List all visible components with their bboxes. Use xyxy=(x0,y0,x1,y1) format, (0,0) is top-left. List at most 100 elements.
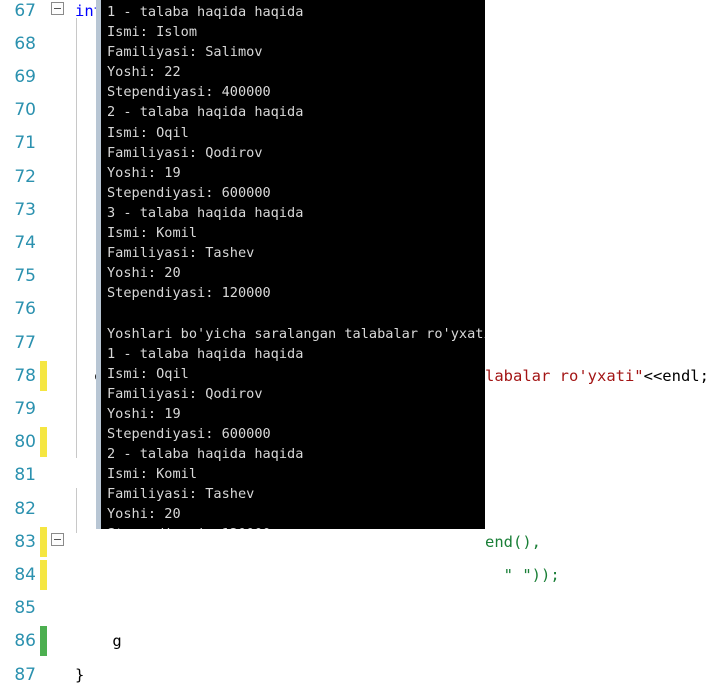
console-line: Yoshlari bo'yicha saralangan talabalar r… xyxy=(107,325,485,342)
console-line: Yoshi: 19 xyxy=(107,405,181,422)
code-line[interactable]: 86 g xyxy=(0,625,720,658)
change-marker-none xyxy=(40,128,47,158)
change-marker-none xyxy=(40,494,47,524)
code-line[interactable]: 84 " ")); xyxy=(0,558,720,591)
fold-toggle-icon[interactable] xyxy=(47,525,69,558)
console-line: Stependiyasi: 120000 xyxy=(107,524,485,529)
change-marker-none xyxy=(40,228,47,258)
console-window[interactable]: 1 - talaba haqida haqida Ismi: Islom Famil… xyxy=(96,0,485,529)
console-line: 1 - talaba haqida haqida xyxy=(107,4,304,20)
code-line[interactable]: 85 xyxy=(0,592,720,625)
code-text-right: labalar ro'yxati"<<endl; xyxy=(485,367,709,385)
console-output: 1 - talaba haqida haqida Ismi: Islom Famil… xyxy=(101,0,485,529)
fold-guide xyxy=(47,658,69,691)
fold-guide xyxy=(47,392,69,425)
line-number: 74 xyxy=(14,232,36,253)
line-number: 71 xyxy=(14,133,36,154)
line-number: 76 xyxy=(14,299,36,320)
fold-guide xyxy=(47,94,69,127)
change-marker-none xyxy=(40,62,47,92)
change-marker-none xyxy=(40,162,47,192)
fold-guide xyxy=(47,193,69,226)
change-marker-none xyxy=(40,261,47,291)
console-line: 2 - talaba haqida haqida xyxy=(107,446,304,463)
change-marker-none xyxy=(40,29,47,59)
fold-guide xyxy=(47,293,69,326)
code-text: g xyxy=(69,632,122,651)
console-line: Ismi: Komil xyxy=(107,225,198,242)
change-marker-yellow xyxy=(40,360,47,391)
code-text-right: " ")); xyxy=(485,566,560,584)
line-number: 75 xyxy=(14,266,36,287)
change-marker-none xyxy=(40,95,47,125)
line-number: 83 xyxy=(14,531,36,552)
code-token: labalar ro'yxati" xyxy=(485,366,644,385)
fold-guide xyxy=(47,359,69,392)
change-marker-yellow xyxy=(40,559,47,590)
fold-guide xyxy=(47,459,69,492)
fold-guide xyxy=(47,558,69,591)
change-marker-none xyxy=(40,460,47,490)
console-line: Yoshi: 20 xyxy=(107,506,181,523)
fold-guide xyxy=(47,27,69,60)
code-text-right: end(), xyxy=(485,533,541,551)
change-marker-yellow xyxy=(40,427,47,458)
code-line[interactable]: 87} xyxy=(0,658,720,691)
line-number: 78 xyxy=(14,365,36,386)
code-token: g xyxy=(75,632,122,651)
code-token: } xyxy=(75,665,85,684)
fold-guide xyxy=(47,592,69,625)
change-marker-green xyxy=(40,626,47,657)
change-marker-none xyxy=(40,394,47,424)
change-marker-none xyxy=(40,593,47,623)
console-line: Ismi: Oqil xyxy=(107,365,189,382)
line-number: 87 xyxy=(14,664,36,685)
line-number: 77 xyxy=(14,332,36,353)
console-line: Stependiyasi: 600000 xyxy=(107,184,271,201)
console-line: Ismi: Islom xyxy=(107,24,198,41)
fold-guide xyxy=(47,127,69,160)
console-line: Familiyasi: Qodirov xyxy=(107,144,263,161)
line-number: 73 xyxy=(14,199,36,220)
console-line: Familiyasi: Tashev xyxy=(107,245,255,262)
code-token: <<endl; xyxy=(643,366,709,385)
code-token: end(), xyxy=(485,532,541,551)
fold-guide xyxy=(47,326,69,359)
line-number: 69 xyxy=(14,66,36,87)
change-marker-yellow xyxy=(40,526,47,557)
change-marker-none xyxy=(40,195,47,225)
fold-guide xyxy=(47,226,69,259)
change-marker-none xyxy=(40,294,47,324)
line-number: 68 xyxy=(14,33,36,54)
fold-guide xyxy=(47,625,69,658)
console-line: 2 - talaba haqida haqida xyxy=(107,104,304,121)
console-line: 1 - talaba haqida haqida xyxy=(107,345,304,362)
fold-guide xyxy=(47,492,69,525)
code-token: " ")); xyxy=(485,565,560,584)
code-line[interactable]: 83 end(), xyxy=(0,525,720,558)
change-marker-none xyxy=(40,328,47,358)
line-number: 79 xyxy=(14,398,36,419)
line-number: 81 xyxy=(14,465,36,486)
code-text: } xyxy=(69,666,84,684)
fold-guide xyxy=(47,426,69,459)
console-line: Ismi: Oqil xyxy=(107,124,189,141)
indent-guide-line-lower xyxy=(76,488,77,533)
console-line: Familiyasi: Tashev xyxy=(107,486,255,503)
line-number: 82 xyxy=(14,498,36,519)
line-number: 85 xyxy=(14,598,36,619)
line-number: 84 xyxy=(14,564,36,585)
console-line: Yoshi: 20 xyxy=(107,265,181,282)
console-line: Ismi: Komil xyxy=(107,466,198,483)
line-number: 67 xyxy=(14,0,36,21)
console-line: Yoshi: 22 xyxy=(107,64,181,81)
console-line: Stependiyasi: 120000 xyxy=(107,285,271,302)
fold-guide xyxy=(47,160,69,193)
fold-guide xyxy=(47,60,69,93)
console-line: 3 - talaba haqida haqida xyxy=(107,204,304,221)
line-number: 72 xyxy=(14,166,36,187)
fold-toggle-icon[interactable] xyxy=(47,0,69,27)
change-marker-none xyxy=(40,0,47,26)
fold-guide xyxy=(47,260,69,293)
